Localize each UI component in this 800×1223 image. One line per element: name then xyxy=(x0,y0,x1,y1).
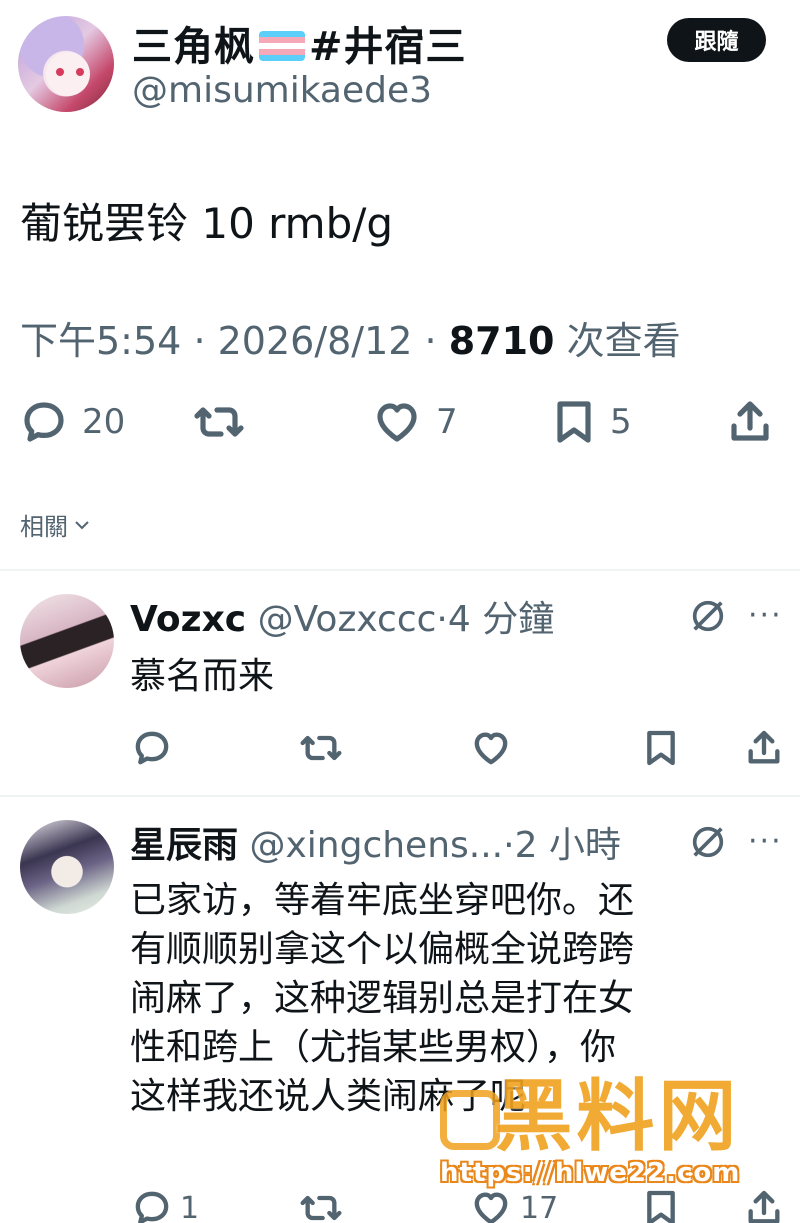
like-button[interactable] xyxy=(470,728,512,768)
grok-icon[interactable] xyxy=(688,596,728,636)
share-icon xyxy=(731,401,769,441)
reply-text-line: 这样我还说人类闹麻了呢 xyxy=(130,1076,527,1117)
bookmark-count: 5 xyxy=(610,402,632,442)
author-display-name[interactable]: 三角枫 #井宿三 xyxy=(132,14,467,72)
views-count: 8710 xyxy=(448,319,555,363)
reply-icon xyxy=(135,1191,169,1223)
reply-handle[interactable]: @xingchens... xyxy=(249,825,503,866)
retweet-icon xyxy=(300,735,342,761)
reply-text: 已家访，等着牢底坐穿吧你。还 有顺顺别拿这个以偏概全说跨跨 闹麻了，这种逻辑别总… xyxy=(130,876,770,1121)
tweet-time[interactable]: 下午5:54 xyxy=(20,319,181,363)
share-icon xyxy=(748,1190,780,1223)
like-button[interactable]: 17 xyxy=(470,1188,558,1223)
reply-icon xyxy=(135,731,169,765)
more-options-icon[interactable]: ··· xyxy=(748,824,783,859)
retweet-icon xyxy=(194,407,244,437)
bookmark-icon xyxy=(647,1190,675,1223)
author-avatar[interactable] xyxy=(18,16,114,112)
like-count: 17 xyxy=(520,1190,559,1223)
more-options-icon[interactable]: ··· xyxy=(748,598,783,633)
retweet-button[interactable] xyxy=(298,728,344,768)
follow-button[interactable]: 跟隨 xyxy=(667,18,766,62)
share-button[interactable] xyxy=(744,1188,784,1223)
author-handle[interactable]: @misumikaede3 xyxy=(132,70,432,111)
tweet-text: 葡锐罢铃 10 rmb/g xyxy=(20,199,394,248)
heart-icon xyxy=(474,1192,508,1223)
like-button[interactable]: 7 xyxy=(372,398,458,446)
divider xyxy=(0,795,800,797)
reply-header: 星辰雨 @xingchens...·2 小時 xyxy=(130,825,621,866)
reply-avatar[interactable] xyxy=(20,820,114,914)
views-label: 次查看 xyxy=(566,319,681,363)
like-count: 7 xyxy=(436,402,458,442)
bookmark-button[interactable] xyxy=(642,1188,680,1223)
bookmark-icon xyxy=(557,401,591,443)
reply-count: 1 xyxy=(180,1190,200,1223)
related-toggle[interactable]: 相關 xyxy=(20,507,92,542)
retweet-button[interactable] xyxy=(192,398,246,446)
chevron-down-icon xyxy=(75,520,89,529)
author-name-suffix: #井宿三 xyxy=(309,24,467,70)
watermark-url: https://hlwe22.com xyxy=(440,1158,741,1188)
reply-text: 慕名而来 xyxy=(130,656,275,697)
reply-header: Vozxc @Vozxccc·4 分鐘 xyxy=(130,599,555,640)
bookmark-button[interactable]: 5 xyxy=(552,398,632,446)
share-button[interactable] xyxy=(744,728,784,768)
bookmark-button[interactable] xyxy=(642,728,680,768)
reply-icon xyxy=(24,402,64,442)
heart-icon xyxy=(377,403,417,442)
reply-time[interactable]: 2 小時 xyxy=(515,825,621,866)
retweet-icon xyxy=(300,1195,342,1221)
reply-time[interactable]: 4 分鐘 xyxy=(448,599,554,640)
reply-text-line: 有顺顺别拿这个以偏概全说跨跨 xyxy=(130,929,635,970)
reply-text-line: 闹麻了，这种逻辑别总是打在女 xyxy=(130,978,635,1019)
author-name-text: 三角枫 xyxy=(132,24,255,70)
reply-text-line: 已家访，等着牢底坐穿吧你。还 xyxy=(130,880,635,921)
retweet-button[interactable] xyxy=(298,1188,344,1223)
share-button[interactable] xyxy=(726,398,774,446)
reply-button[interactable]: 20 xyxy=(20,398,125,446)
reply-handle[interactable]: @Vozxccc xyxy=(258,599,437,640)
transgender-flag-icon xyxy=(259,31,305,61)
grok-icon[interactable] xyxy=(688,822,728,862)
bookmark-icon xyxy=(647,730,675,766)
reply-text-line: 性和跨上（尤指某些男权），你 xyxy=(130,1027,617,1068)
related-label: 相關 xyxy=(20,513,68,541)
tweet-meta: 下午5:54 · 2026/8/12 · 8710 次查看 xyxy=(20,319,681,363)
reply-display-name[interactable]: Vozxc xyxy=(130,599,246,640)
reply-display-name[interactable]: 星辰雨 xyxy=(130,825,238,866)
reply-avatar[interactable] xyxy=(20,594,114,688)
divider xyxy=(0,569,800,571)
reply-count: 20 xyxy=(82,402,126,442)
reply-button[interactable]: 1 xyxy=(132,1188,199,1223)
heart-icon xyxy=(474,732,508,765)
share-icon xyxy=(748,730,780,764)
tweet-date[interactable]: 2026/8/12 xyxy=(218,319,413,363)
reply-button[interactable] xyxy=(132,728,172,768)
